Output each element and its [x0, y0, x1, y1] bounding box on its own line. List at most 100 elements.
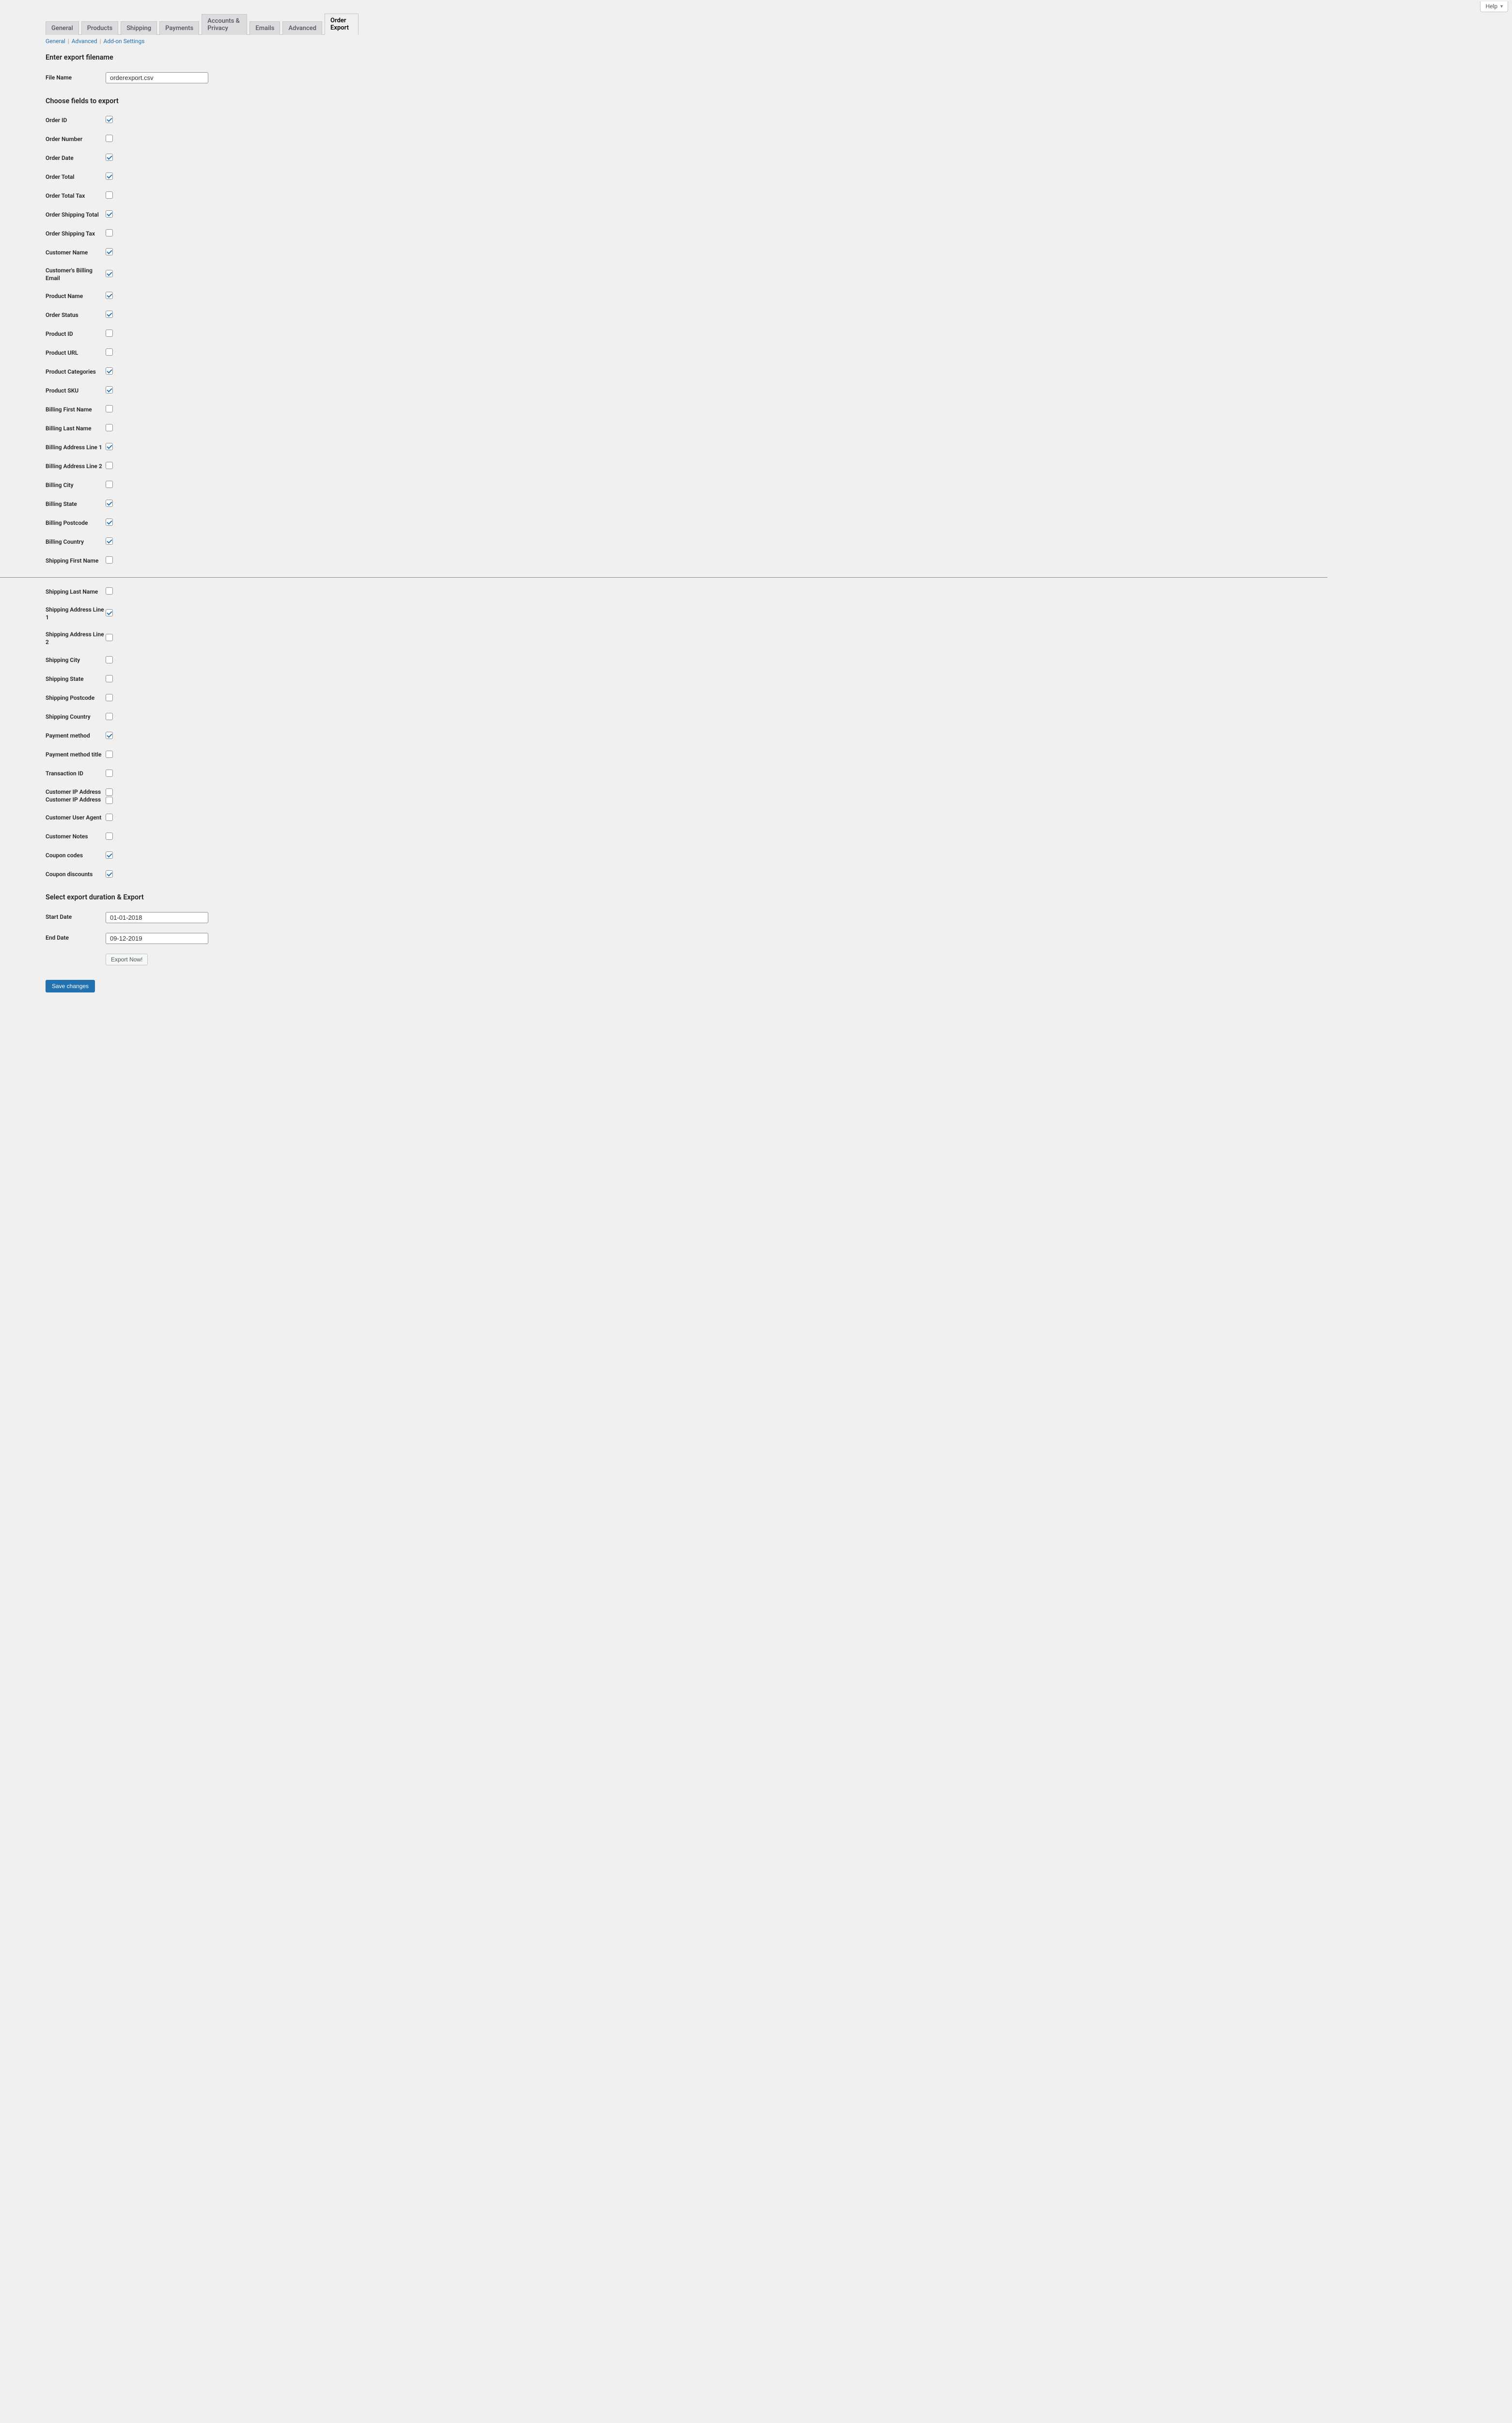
field-checkbox[interactable] — [106, 135, 113, 142]
field-checkbox[interactable] — [106, 713, 113, 720]
horizontal-divider — [0, 577, 1327, 578]
field-label: Product ID — [46, 330, 106, 338]
field-checkbox[interactable] — [106, 348, 113, 356]
field-checkbox[interactable] — [106, 770, 113, 777]
field-checkbox[interactable] — [106, 405, 113, 412]
field-label: Shipping Last Name — [46, 588, 106, 596]
field-row: Shipping Country — [46, 708, 359, 727]
field-checkbox[interactable] — [106, 229, 113, 236]
help-toggle[interactable]: Help ▼ — [1480, 1, 1508, 12]
field-label: Coupon discounts — [46, 871, 106, 879]
field-checkbox[interactable] — [106, 311, 113, 318]
field-label: Customer Name — [46, 249, 106, 257]
field-checkbox[interactable] — [106, 386, 113, 393]
field-checkbox[interactable] — [106, 732, 113, 739]
field-checkbox[interactable] — [106, 154, 113, 161]
field-checkbox[interactable] — [106, 751, 113, 758]
field-row: Order Total Tax — [46, 187, 359, 205]
triangle-down-icon: ▼ — [1499, 4, 1504, 9]
field-row: Order Total — [46, 168, 359, 187]
tab-payments[interactable]: Payments — [159, 21, 199, 35]
field-label: Customer Notes — [46, 833, 106, 841]
field-row: Product Name — [46, 287, 359, 306]
field-label: Order Total — [46, 173, 106, 181]
export-now-button[interactable]: Export Now! — [106, 954, 148, 965]
field-label: Shipping State — [46, 676, 106, 683]
field-label: Order Total Tax — [46, 192, 106, 200]
field-checkbox[interactable] — [106, 634, 113, 641]
help-label: Help — [1485, 3, 1497, 10]
field-checkbox[interactable] — [106, 609, 113, 616]
field-checkbox[interactable] — [106, 788, 113, 796]
field-row: Customer Notes — [46, 828, 359, 847]
field-checkbox[interactable] — [106, 292, 113, 299]
subnav-addon[interactable]: Add-on Settings — [104, 38, 145, 45]
field-checkbox[interactable] — [106, 424, 113, 431]
tab-products[interactable]: Products — [81, 21, 118, 35]
field-checkbox[interactable] — [106, 173, 113, 180]
tab-general[interactable]: General — [46, 21, 79, 35]
field-checkbox[interactable] — [106, 330, 113, 337]
field-row: Order ID — [46, 111, 359, 130]
field-checkbox[interactable] — [106, 833, 113, 840]
subnav-advanced[interactable]: Advanced — [72, 38, 97, 45]
field-label: Customer User Agent — [46, 814, 106, 822]
input-filename[interactable] — [106, 72, 208, 83]
field-checkbox[interactable] — [106, 587, 113, 595]
field-checkbox[interactable] — [106, 462, 113, 469]
tab-shipping[interactable]: Shipping — [121, 21, 157, 35]
input-start-date[interactable] — [106, 912, 208, 923]
field-label: Order Date — [46, 155, 106, 162]
field-checkbox[interactable] — [106, 500, 113, 507]
field-checkbox[interactable] — [106, 248, 113, 255]
label-filename: File Name — [46, 74, 106, 82]
field-checkbox[interactable] — [106, 270, 113, 277]
field-row: Billing First Name — [46, 400, 359, 419]
field-checkbox[interactable] — [106, 797, 113, 804]
tab-accounts-privacy[interactable]: Accounts & Privacy — [202, 14, 247, 35]
field-checkbox[interactable] — [106, 519, 113, 526]
field-checkbox[interactable] — [106, 537, 113, 545]
field-row: Billing Address Line 2 — [46, 457, 359, 476]
field-row: Billing State — [46, 495, 359, 514]
tab-emails[interactable]: Emails — [249, 21, 280, 35]
field-row: Billing Address Line 1 — [46, 438, 359, 457]
tab-advanced[interactable]: Advanced — [282, 21, 322, 35]
field-checkbox[interactable] — [106, 694, 113, 701]
field-checkbox[interactable] — [106, 814, 113, 821]
input-end-date[interactable] — [106, 933, 208, 944]
tab-order-export[interactable]: Order Export — [325, 14, 359, 35]
field-label: Billing Address Line 1 — [46, 444, 106, 452]
field-row: Coupon discounts — [46, 865, 359, 884]
field-checkbox[interactable] — [106, 481, 113, 488]
field-label: Order ID — [46, 117, 106, 125]
field-row: Shipping Last Name — [46, 582, 359, 601]
field-checkbox[interactable] — [106, 851, 113, 859]
field-label: Shipping Country — [46, 713, 106, 721]
field-label: Payment method title — [46, 751, 106, 759]
field-row: Order Shipping Total — [46, 205, 359, 224]
field-checkbox[interactable] — [106, 443, 113, 450]
field-checkbox[interactable] — [106, 675, 113, 682]
field-label: Product Categories — [46, 368, 106, 376]
field-checkbox[interactable] — [106, 116, 113, 123]
field-checkbox[interactable] — [106, 191, 113, 199]
field-row: Product ID — [46, 325, 359, 344]
field-checkbox[interactable] — [106, 656, 113, 663]
field-row: Order Status — [46, 306, 359, 325]
field-row: Customer User Agent — [46, 809, 359, 828]
field-label: Billing First Name — [46, 406, 106, 414]
field-label: Shipping Address Line 2 — [46, 631, 106, 646]
field-checkbox[interactable] — [106, 556, 113, 564]
heading-filename: Enter export filename — [46, 53, 359, 62]
field-label: Order Number — [46, 136, 106, 143]
subnav: General | Advanced | Add-on Settings — [46, 35, 359, 45]
field-checkbox[interactable] — [106, 367, 113, 375]
field-row: Billing City — [46, 476, 359, 495]
save-changes-button[interactable]: Save changes — [46, 980, 95, 992]
field-label: Product SKU — [46, 387, 106, 395]
field-label: Billing City — [46, 482, 106, 489]
field-checkbox[interactable] — [106, 870, 113, 878]
subnav-general[interactable]: General — [46, 38, 65, 45]
field-checkbox[interactable] — [106, 210, 113, 218]
